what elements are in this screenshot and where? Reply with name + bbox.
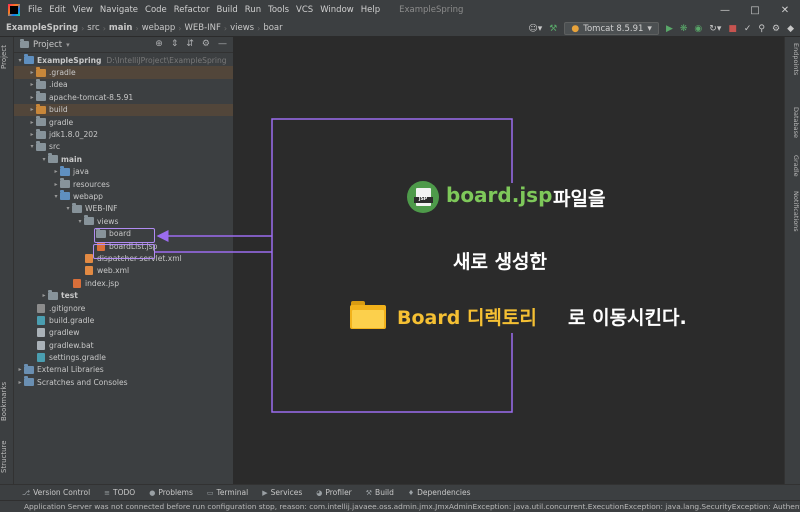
jsp-file-badge-icon: JSP bbox=[407, 181, 439, 213]
folder-emoji-icon bbox=[350, 301, 386, 329]
annotation-line2-text: 새로 생성한 bbox=[453, 251, 548, 273]
annotation-line3-text: 로 이동시킨다. bbox=[568, 307, 687, 329]
annotation-directory-name: Board 디렉토리 bbox=[397, 307, 537, 329]
annotation-arrows bbox=[155, 118, 513, 413]
jsp-document-icon: JSP bbox=[413, 188, 433, 206]
jsp-badge-label: JSP bbox=[413, 197, 433, 203]
annotation-line1-text: 파일을 bbox=[553, 188, 606, 210]
annotation-file-name: board.jsp bbox=[446, 183, 553, 207]
